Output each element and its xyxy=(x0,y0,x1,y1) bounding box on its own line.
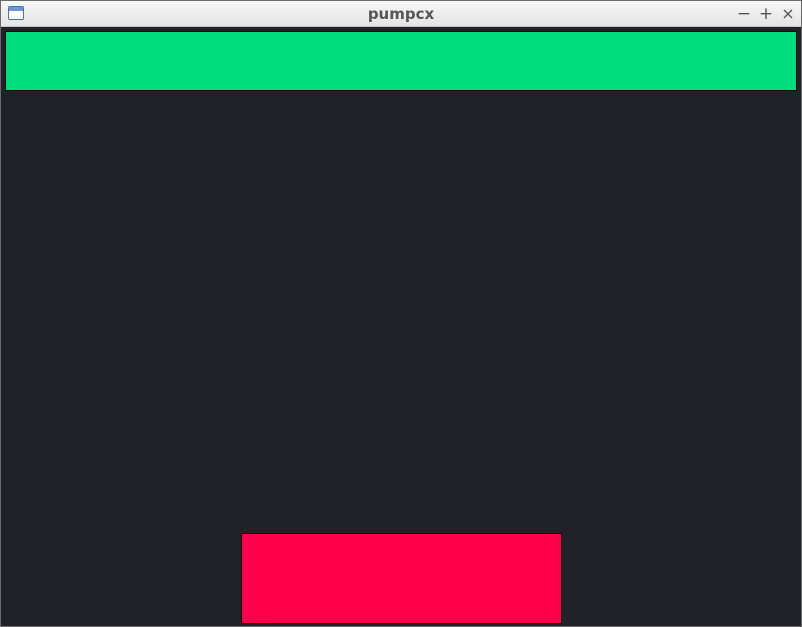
close-icon[interactable]: × xyxy=(779,4,797,24)
top-green-bar xyxy=(5,31,797,91)
minimize-icon[interactable]: − xyxy=(735,4,753,24)
maximize-icon[interactable]: + xyxy=(757,4,775,24)
window-title: pumpcx xyxy=(367,5,435,23)
bottom-red-box xyxy=(241,533,562,624)
app-window: pumpcx − + × xyxy=(0,0,802,627)
title-bar[interactable]: pumpcx − + × xyxy=(1,1,801,27)
